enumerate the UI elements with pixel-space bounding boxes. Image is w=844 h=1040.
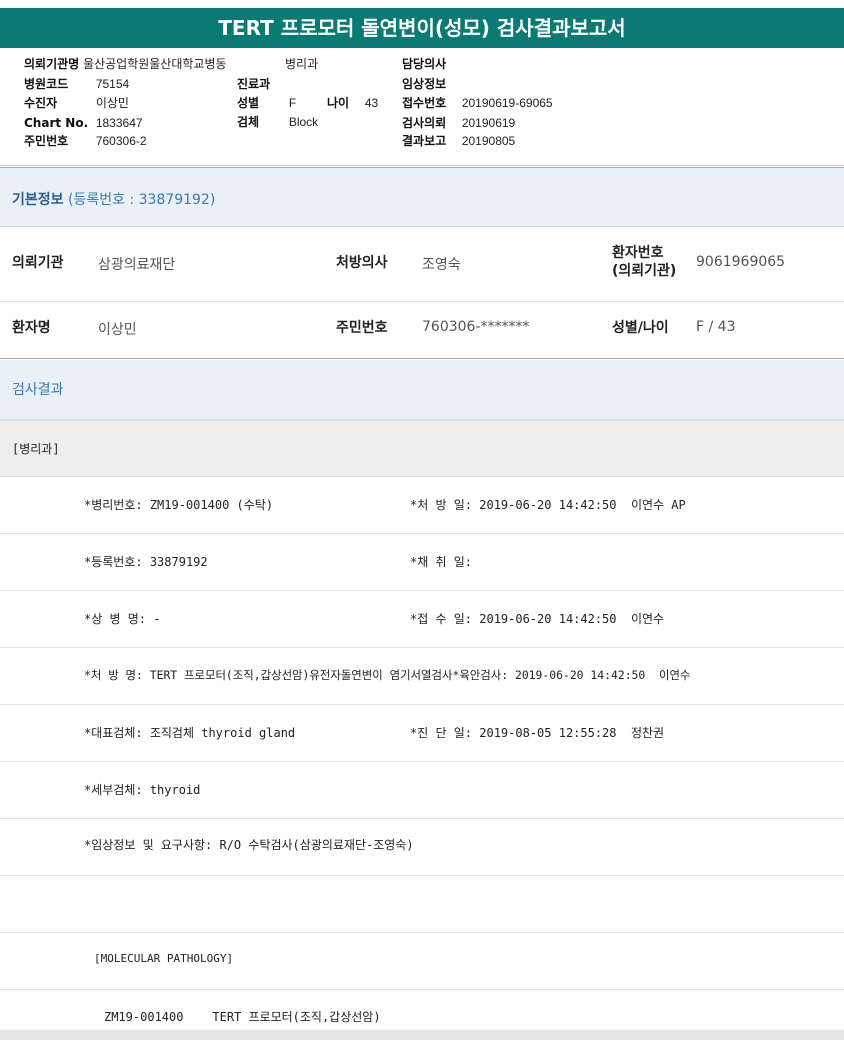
header-value: 75154 (95, 77, 130, 91)
header-resident-no: 주민번호 760306-2 (24, 134, 147, 148)
header-value: 20190619-69065 (461, 96, 553, 110)
basic-info-heading: 기본정보 (등록번호 : 33879192) (12, 189, 215, 209)
header-hospital-code: 병원코드 75154 (24, 77, 129, 91)
header-value: F (288, 96, 297, 110)
header-clinic: 진료과 (237, 77, 270, 91)
molecular-header-row: [MOLECULAR PATHOLOGY] (0, 933, 844, 990)
header-value: 43 (364, 96, 379, 110)
basic-info-row-1: 의뢰기관 삼광의료재단 처방의사 조영숙 환자번호 (의뢰기관) 9061969… (0, 227, 844, 302)
result-row: *병리번호: ZM19-001400 (수탁) *처 방 일: 2019-06-… (0, 477, 844, 534)
report-title: TERT 프로모터 돌연변이(성모) 검사결과보고서 (0, 8, 844, 48)
header-key: 담당의사 (402, 57, 447, 71)
result-row: *상 병 명: - *접 수 일: 2019-06-20 14:42:50 이연… (0, 591, 844, 648)
header-patient: 수진자 이상민 (24, 96, 129, 110)
results-heading: 검사결과 (12, 382, 64, 398)
header-accession-no: 접수번호 20190619-69065 (402, 96, 553, 110)
value-patient-name: 이상민 (98, 322, 137, 338)
molecular-header: [MOLECULAR PATHOLOGY] (94, 952, 234, 965)
label-prescribing-doctor: 처방의사 (336, 255, 388, 271)
label-resident-number: 주민번호 (336, 320, 388, 336)
result-left: *세부검체: thyroid (84, 783, 201, 797)
header-key: 병원코드 (24, 77, 69, 91)
header-key: 수진자 (24, 96, 58, 110)
header-value: Block (288, 115, 319, 129)
header-key: 의뢰기관명 (24, 57, 80, 71)
value-sex-age: F / 43 (696, 319, 736, 335)
result-left: *병리번호: ZM19-001400 (수탁) (84, 498, 274, 512)
label-patient-name: 환자명 (12, 320, 51, 336)
header-key: 진료과 (237, 77, 271, 91)
department-label: [병리과] (12, 442, 60, 456)
result-row: *세부검체: thyroid (0, 762, 844, 819)
header-specimen: 검체 Block (237, 115, 318, 129)
header-key: 주민번호 (24, 134, 69, 148)
result-right: *진 단 일: 2019-08-05 12:55:28 정찬권 (410, 726, 665, 740)
header-key: 결과보고 (402, 134, 447, 148)
results-heading-bar: 검사결과 (0, 360, 844, 420)
header-key: 성별 (237, 96, 260, 110)
department-row: [병리과] (0, 420, 844, 477)
header-key: 임상정보 (402, 77, 447, 91)
value-requesting-institution: 삼광의료재단 (98, 257, 176, 273)
label-requesting-institution: 의뢰기관 (12, 255, 64, 271)
result-left: *처 방 명: TERT 프로모터(조직,갑상선암)유전자돌연변이 염기서열검사… (84, 668, 691, 682)
basic-info-heading-bar: 기본정보 (등록번호 : 33879192) (0, 167, 844, 227)
header-key: 접수번호 (402, 96, 447, 110)
header-department: 병리과 (285, 57, 318, 71)
header-value: 울산공업학원울산대학교병동 (83, 57, 227, 71)
result-row: *등록번호: 33879192 *채 취 일: (0, 534, 844, 591)
header-doctor: 담당의사 (402, 57, 446, 71)
header-age: 나이 43 (327, 96, 378, 110)
value-patient-number: 9061969065 (696, 254, 786, 270)
molecular-line-row: ZM19-001400 TERT 프로모터(조직,갑상선암) (0, 990, 844, 1030)
header-institution: 의뢰기관명 울산공업학원울산대학교병동 (24, 57, 227, 71)
result-row: *대표검체: 조직검체 thyroid gland *진 단 일: 2019-0… (0, 705, 844, 762)
result-right: *접 수 일: 2019-06-20 14:42:50 이연수 (410, 612, 665, 626)
basic-info-title: 기본정보 (12, 192, 64, 208)
value-prescribing-doctor: 조영숙 (422, 257, 461, 273)
label-patient-number: 환자번호 (612, 245, 664, 261)
header-value: 20190619 (461, 116, 516, 130)
header-key: Chart No. (24, 116, 89, 130)
result-right: *채 취 일: (410, 555, 473, 569)
header-key: 나이 (327, 96, 350, 110)
value-resident-number: 760306-******* (422, 319, 530, 335)
result-left: *상 병 명: - (84, 612, 161, 626)
header-clinical-info: 임상정보 (402, 77, 446, 91)
header-value: 병리과 (285, 57, 319, 71)
result-left: *등록번호: 33879192 (84, 555, 208, 569)
header-key: 검사의뢰 (402, 116, 447, 130)
header-key: 검체 (237, 115, 260, 129)
header-value: 20190805 (461, 134, 516, 148)
header-value: 1833647 (95, 116, 143, 130)
header-value: 이상민 (95, 96, 129, 110)
header-divider (0, 165, 844, 166)
result-row-empty (0, 876, 844, 933)
registration-number: (등록번호 : 33879192) (67, 192, 216, 208)
label-sex-age: 성별/나이 (612, 320, 669, 336)
basic-info-row-2: 환자명 이상민 주민번호 760306-******* 성별/나이 F / 43 (0, 302, 844, 359)
label-patient-number-sub: (의뢰기관) (612, 263, 677, 279)
header-sex: 성별 F (237, 96, 296, 110)
page-bottom-band (0, 1030, 844, 1040)
result-left: *대표검체: 조직검체 thyroid gland (84, 726, 296, 740)
result-row: *임상정보 및 요구사항: R/O 수탁검사(삼광의료재단-조영숙) (0, 819, 844, 876)
header-chart-no: Chart No. 1833647 (24, 116, 143, 130)
header-value: 760306-2 (95, 134, 147, 148)
result-left: *임상정보 및 요구사항: R/O 수탁검사(삼광의료재단-조영숙) (84, 838, 414, 852)
header-report-date: 결과보고 20190805 (402, 134, 515, 148)
result-row: *처 방 명: TERT 프로모터(조직,갑상선암)유전자돌연변이 염기서열검사… (0, 648, 844, 705)
header-request-date: 검사의뢰 20190619 (402, 116, 515, 130)
molecular-line: ZM19-001400 TERT 프로모터(조직,갑상선암) (104, 1010, 381, 1024)
result-right: *처 방 일: 2019-06-20 14:42:50 이연수 AP (410, 498, 686, 512)
